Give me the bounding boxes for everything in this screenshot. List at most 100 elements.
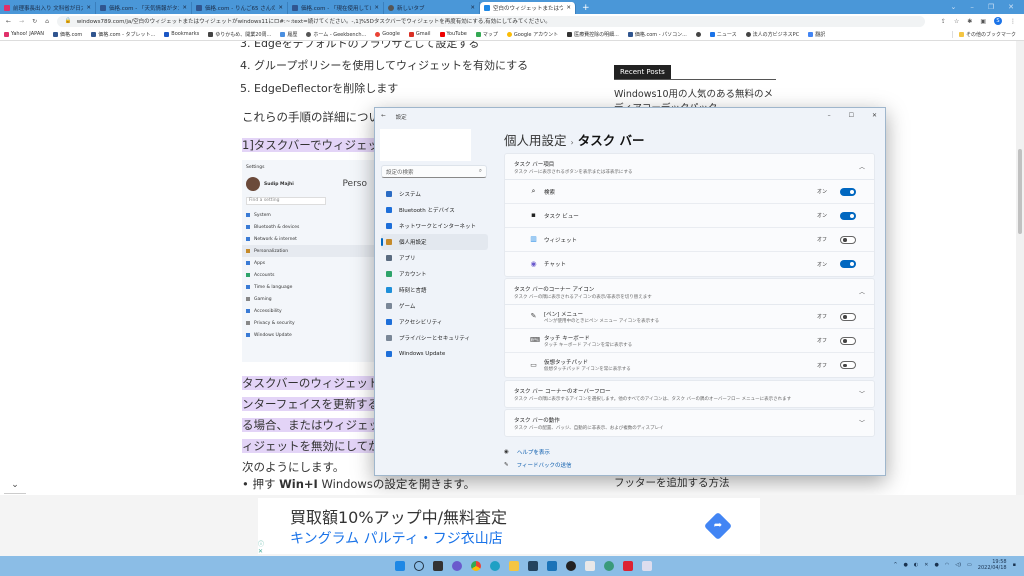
overflow-section[interactable]: タスク バー コーナーのオーバーフロー タスク バーの隅に表示するアイコンを選択し… bbox=[504, 380, 875, 408]
recent-post-link[interactable]: フッターを追加する方法 bbox=[614, 475, 814, 490]
profile-area[interactable] bbox=[380, 129, 471, 161]
close-tab-icon[interactable]: ✕ bbox=[374, 5, 379, 11]
toggle-switch[interactable] bbox=[840, 361, 856, 369]
close-tab-icon[interactable]: ✕ bbox=[182, 5, 187, 11]
bookmark[interactable]: ゆりかもめ、開業20周... bbox=[208, 31, 271, 38]
tab-search-icon[interactable]: ⌄ bbox=[950, 3, 956, 11]
file-explorer-icon[interactable] bbox=[509, 561, 519, 571]
reload-icon[interactable]: ↻ bbox=[32, 18, 37, 25]
settings-nav-item[interactable]: システム bbox=[381, 186, 488, 202]
close-icon[interactable]: ✕ bbox=[1008, 3, 1014, 11]
settings-nav-item[interactable]: アカウント bbox=[381, 266, 488, 282]
forward-icon[interactable]: → bbox=[19, 18, 24, 25]
side-panel-icon[interactable]: ▣ bbox=[980, 18, 986, 25]
minimize-icon[interactable]: – bbox=[970, 3, 974, 11]
toggle-switch[interactable] bbox=[840, 312, 856, 321]
battery-icon[interactable]: ▭ bbox=[967, 562, 972, 568]
minimize-icon[interactable]: – bbox=[828, 112, 831, 119]
close-tab-icon[interactable]: ✕ bbox=[86, 5, 91, 11]
bookmark[interactable]: 価格.com bbox=[52, 31, 82, 38]
browser-tab[interactable]: 価格.com - 「現在使用しているコー✕ bbox=[288, 2, 384, 14]
bookmark-star-icon[interactable]: ☆ bbox=[954, 18, 959, 25]
ad-choices-icon[interactable]: ⓘ ✕ bbox=[258, 541, 264, 555]
profile-avatar[interactable]: S bbox=[994, 17, 1002, 25]
close-tab-icon[interactable]: ✕ bbox=[566, 5, 571, 11]
back-icon[interactable]: ← bbox=[6, 18, 11, 25]
section-header[interactable]: タスク バーのコーナー アイコン タスク バーの隅に表示されるアイコンの表示/非表… bbox=[505, 279, 874, 305]
settings-nav-item[interactable]: ゲーム bbox=[381, 298, 488, 314]
settings-gear-icon[interactable] bbox=[566, 561, 576, 571]
app-icon[interactable] bbox=[642, 561, 652, 571]
settings-nav-item[interactable]: アクセシビリティ bbox=[381, 314, 488, 330]
bookmark[interactable]: 医療費控除の明細... bbox=[567, 31, 619, 38]
ad-banner[interactable]: 買取額10%アップ中/無料査定 キングラム パルティ・フジ衣山店 ➦ bbox=[258, 498, 760, 554]
directions-icon[interactable]: ➦ bbox=[703, 511, 733, 541]
bookmark[interactable]: マップ bbox=[475, 31, 498, 38]
other-bookmarks[interactable]: その他のブックマーク bbox=[951, 30, 1016, 38]
tray-app-icon[interactable]: ◐ bbox=[914, 562, 918, 568]
store-icon[interactable] bbox=[528, 561, 538, 571]
bookmark[interactable]: 価格.com - タブレット... bbox=[91, 31, 155, 38]
menu-icon[interactable]: ⋮ bbox=[1010, 18, 1016, 25]
toggle-switch[interactable] bbox=[840, 260, 856, 268]
section-header[interactable]: タスク バー項目 タスク バーに表示されるボタンを表示または非表示にする ︿ bbox=[505, 154, 874, 180]
bookmark[interactable]: 翻訳 bbox=[808, 31, 825, 38]
bookmark[interactable]: Google bbox=[375, 31, 400, 37]
bookmark[interactable]: Gmail bbox=[408, 31, 431, 37]
new-tab-button[interactable]: + bbox=[576, 2, 596, 14]
back-icon[interactable]: ← bbox=[381, 113, 386, 121]
settings-nav-item[interactable]: プライバシーとセキュリティ bbox=[381, 330, 488, 346]
toggle-switch[interactable] bbox=[840, 336, 856, 345]
settings-nav-item[interactable]: 時刻と言語 bbox=[381, 282, 488, 298]
maximize-icon[interactable]: ❐ bbox=[988, 3, 994, 11]
edge-icon[interactable] bbox=[490, 561, 500, 571]
wifi-icon[interactable]: ◠ bbox=[945, 562, 949, 568]
bookmark[interactable]: 法人の方ビジネスPC bbox=[745, 31, 799, 38]
behavior-section[interactable]: タスク バーの動作 タスク バーの配置、バッジ、自動的に非表示、および複数のディス… bbox=[504, 409, 875, 437]
bookmark[interactable]: 履歴 bbox=[280, 31, 297, 38]
browser-tab[interactable]: 前理事長出入り 文科省が日大注意✕ bbox=[0, 2, 96, 14]
close-tab-icon[interactable]: ✕ bbox=[278, 5, 283, 11]
task-view-icon[interactable] bbox=[433, 561, 443, 571]
ad-advertiser[interactable]: キングラム パルティ・フジ衣山店 bbox=[290, 528, 503, 548]
settings-nav-item[interactable]: ネットワークとインターネット bbox=[381, 218, 488, 234]
notification-icon[interactable]: ▪ bbox=[1013, 562, 1016, 568]
bookmark[interactable]: Bookmarks bbox=[164, 31, 199, 37]
feedback-link[interactable]: ✎ フィードバックの送信 bbox=[504, 458, 572, 471]
app-icon[interactable] bbox=[585, 561, 595, 571]
collapse-chevron-icon[interactable]: ⌄ bbox=[4, 480, 26, 494]
page-scrollbar[interactable] bbox=[1016, 41, 1024, 495]
bookmark[interactable]: ニュース bbox=[709, 31, 737, 38]
settings-nav-item[interactable]: Bluetooth とデバイス bbox=[381, 202, 488, 218]
ad-headline[interactable]: 買取額10%アップ中/無料査定 bbox=[290, 504, 507, 528]
search-icon[interactable] bbox=[414, 561, 424, 571]
toggle-switch[interactable] bbox=[840, 235, 856, 244]
bookmark[interactable] bbox=[695, 31, 701, 37]
close-tab-icon[interactable]: ✕ bbox=[470, 5, 475, 11]
browser-tab-active[interactable]: 空白のウィジェットまたはウィジェットが✕ bbox=[480, 2, 576, 14]
tray-app-icon[interactable]: ✕ bbox=[924, 562, 928, 568]
maximize-icon[interactable]: ☐ bbox=[849, 112, 854, 119]
toggle-switch[interactable] bbox=[840, 211, 856, 220]
app-icon[interactable] bbox=[604, 561, 614, 571]
bookmark[interactable]: Yahoo! JAPAN bbox=[4, 31, 44, 37]
chrome-icon[interactable] bbox=[471, 561, 481, 571]
chat-icon[interactable] bbox=[452, 561, 462, 571]
home-icon[interactable]: ⌂ bbox=[45, 18, 49, 25]
toggle-switch[interactable] bbox=[840, 187, 856, 196]
bookmark[interactable]: ホーム - Geekbench... bbox=[306, 31, 366, 38]
volume-icon[interactable]: ◁) bbox=[955, 562, 961, 568]
breadcrumb-parent[interactable]: 個人用設定 bbox=[504, 133, 567, 148]
close-icon[interactable]: ✕ bbox=[872, 112, 877, 119]
help-link[interactable]: ◉ ヘルプを表示 bbox=[504, 445, 572, 458]
settings-search-input[interactable]: 設定の検索 ⌕ bbox=[381, 165, 487, 178]
extensions-icon[interactable]: ✱ bbox=[967, 18, 972, 25]
settings-nav-item[interactable]: Windows Update bbox=[381, 346, 488, 362]
start-icon[interactable] bbox=[395, 561, 405, 571]
settings-nav-item[interactable]: 個人用設定 bbox=[381, 234, 488, 250]
share-icon[interactable]: ⇪ bbox=[941, 18, 946, 25]
tray-app-icon[interactable]: ● bbox=[935, 562, 939, 568]
app-icon[interactable] bbox=[623, 561, 633, 571]
tray-chevron-icon[interactable]: ^ bbox=[893, 562, 897, 568]
url-input[interactable]: 🔒 windows789.com/ja/空白のウィジェットまたはウィジェットがwi… bbox=[56, 15, 925, 27]
